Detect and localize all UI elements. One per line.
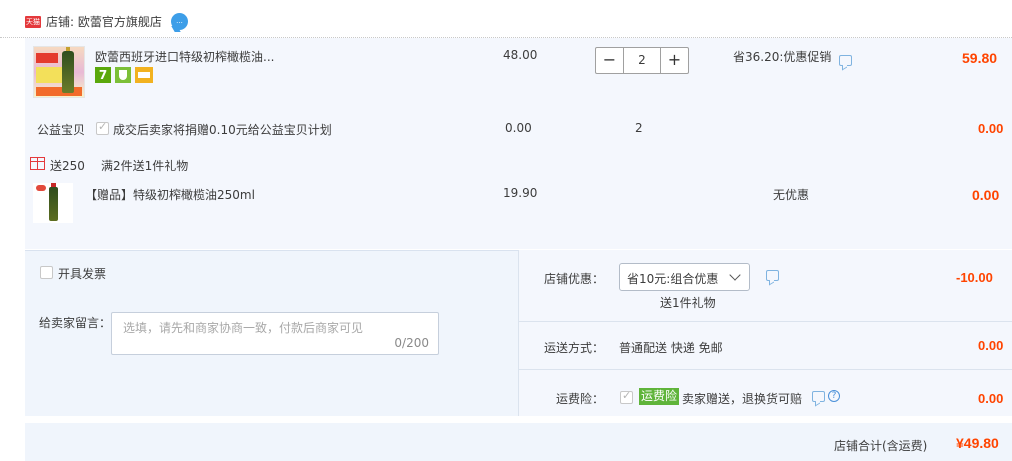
product-title[interactable]: 欧蕾西班牙进口特级初榨橄榄油...: [95, 48, 274, 65]
charity-subtotal: 0.00: [978, 121, 1004, 136]
order-items-panel: [25, 38, 1012, 249]
product-thumbnail[interactable]: [33, 46, 85, 98]
shop-discount-value: 省10元:组合优惠: [627, 272, 719, 286]
shop-total-label: 店铺合计(含运费): [834, 439, 928, 453]
gift-product-thumbnail[interactable]: [33, 183, 73, 223]
divider: [519, 321, 1012, 322]
charity-checkbox[interactable]: [96, 120, 109, 135]
thumb-promo-label: [36, 87, 82, 96]
charity-label: 公益宝贝: [37, 123, 86, 137]
tmall-badge-icon: 天猫: [25, 16, 41, 28]
gift-unit-price: 19.90: [503, 186, 538, 200]
card-icon[interactable]: [135, 67, 153, 83]
message-char-count: 0/200: [394, 336, 429, 350]
invoice-label[interactable]: 开具发票: [58, 265, 106, 282]
olive-oil-bottle-image: [49, 187, 58, 221]
shield-icon[interactable]: [115, 67, 131, 83]
thumb-promo-label: [36, 67, 62, 83]
divider: [518, 250, 519, 416]
thumb-promo-label: [36, 53, 58, 63]
insurance-label: 运费险：: [556, 392, 605, 406]
unit-price: 48.00: [503, 48, 538, 62]
gift-product-title[interactable]: 【赠品】特级初榨橄榄油250ml: [85, 186, 255, 203]
insurance-message-icon[interactable]: [812, 391, 825, 402]
shipping-label: 运送方式：: [544, 341, 605, 355]
chat-seller-icon[interactable]: ...: [171, 13, 188, 30]
insurance-text: 卖家赠送，退换货可赔: [682, 392, 803, 406]
shipping-amount: 0.00: [978, 338, 1004, 353]
discount-gift-text: 送1件礼物: [660, 296, 716, 310]
promotion-text: 省36.20:优惠促销: [733, 50, 832, 64]
chevron-down-icon: [729, 269, 741, 281]
quantity-input[interactable]: 2: [624, 47, 660, 74]
divider: [519, 369, 1012, 370]
insurance-badge: 运费险: [639, 388, 680, 405]
charity-price: 0.00: [505, 121, 532, 135]
gift-label: 送250: [50, 159, 85, 173]
olive-oil-bottle-image: [62, 51, 74, 93]
quantity-decrease-button[interactable]: −: [595, 47, 624, 74]
invoice-checkbox[interactable]: [40, 266, 53, 279]
discount-amount: -10.00: [956, 270, 993, 285]
shipping-method: 普通配送 快递 免邮: [619, 341, 723, 355]
gift-subtotal: 0.00: [972, 187, 1000, 203]
insurance-amount: 0.00: [978, 391, 1004, 406]
charity-quantity: 2: [635, 121, 643, 135]
quantity-increase-button[interactable]: +: [660, 47, 689, 74]
promo-message-icon[interactable]: [839, 55, 852, 66]
shop-name[interactable]: 店铺: 欧蕾官方旗舰店: [46, 13, 162, 30]
insurance-checkbox[interactable]: [620, 389, 633, 404]
gift-rule: 满2件送1件礼物: [101, 159, 189, 173]
charity-text: 成交后卖家将捐赠0.10元给公益宝贝计划: [113, 123, 332, 137]
gift-promotion: 无优惠: [773, 188, 810, 202]
shop-total-value: ¥49.80: [956, 435, 999, 451]
message-placeholder: 选填，请先和商家协商一致，付款后商家可见: [123, 321, 364, 335]
seller-message-input[interactable]: 选填，请先和商家协商一致，付款后商家可见 0/200: [111, 312, 439, 355]
item-subtotal: 59.80: [962, 50, 998, 66]
discount-message-icon[interactable]: [766, 270, 779, 281]
shop-discount-select[interactable]: 省10元:组合优惠: [619, 263, 750, 291]
quantity-stepper: − 2 +: [595, 47, 690, 74]
message-label: 给卖家留言：: [39, 316, 112, 330]
gift-icon: [30, 157, 45, 170]
help-icon[interactable]: ?: [828, 390, 840, 402]
shop-discount-label: 店铺优惠：: [544, 272, 605, 286]
thumb-logo: [36, 185, 46, 191]
seven-day-return-icon[interactable]: 7: [95, 67, 111, 83]
chat-dots: ...: [176, 17, 183, 25]
